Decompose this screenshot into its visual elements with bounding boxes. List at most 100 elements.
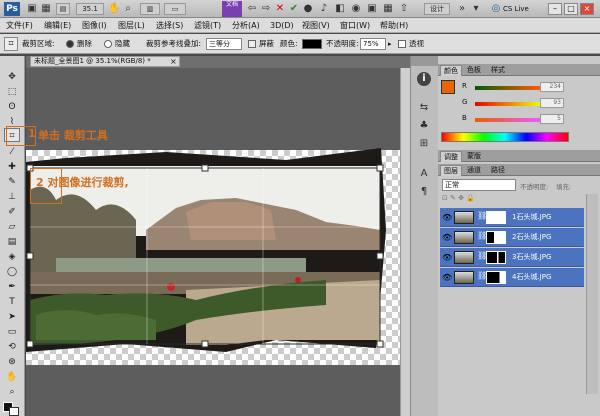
arrow-up-icon[interactable]: ⇧	[398, 3, 410, 15]
menu-window[interactable]: 窗口(W)	[340, 20, 370, 31]
minimize-button[interactable]: –	[548, 3, 562, 15]
layers-scrollbar[interactable]	[586, 194, 598, 394]
workspace-design-button[interactable]: 设计	[424, 3, 450, 15]
healing-tool-icon[interactable]: ✚	[4, 160, 20, 174]
view-extras-button[interactable]: ▤	[56, 3, 70, 15]
eye-icon[interactable]: ◉	[350, 3, 362, 15]
tab-masks[interactable]: 蒙版	[464, 151, 484, 162]
document-tab-close-icon[interactable]: ×	[170, 57, 177, 66]
record-icon[interactable]: ●	[302, 3, 314, 15]
paragraph-icon[interactable]: ¶	[415, 184, 433, 200]
menu-file[interactable]: 文件(F)	[6, 20, 33, 31]
foreground-color-chip[interactable]	[441, 80, 455, 94]
zoom-level-field[interactable]: 35.1	[76, 3, 104, 15]
crop-handle-br[interactable]	[376, 340, 384, 348]
hide-radio[interactable]	[104, 40, 112, 48]
brush-tool-icon[interactable]: ✎	[4, 175, 20, 189]
mode-badge[interactable]: 文档	[222, 1, 242, 17]
crop-handle-r[interactable]	[376, 252, 384, 260]
3d-orbit-tool-icon[interactable]: ⊛	[4, 355, 20, 369]
shield-color-swatch[interactable]	[302, 39, 322, 49]
perspective-checkbox[interactable]	[398, 40, 406, 48]
screen-mode-button[interactable]: ▭	[164, 3, 186, 15]
back-arrow-icon[interactable]: ⇦	[246, 3, 258, 15]
sound-icon[interactable]: ♪	[318, 3, 330, 15]
gradient-tool-icon[interactable]: ▤	[4, 235, 20, 249]
crop-handle-l[interactable]	[26, 252, 34, 260]
blend-mode-select[interactable]: 正常	[442, 179, 516, 191]
layer-visibility-eye-icon[interactable]: 👁	[442, 248, 452, 267]
shield-checkbox[interactable]	[248, 40, 256, 48]
close-red-icon[interactable]: ✕	[274, 3, 286, 15]
grid-icon[interactable]: ▦	[382, 3, 394, 15]
slider-b[interactable]	[475, 118, 540, 122]
vertical-scrollbar[interactable]	[400, 68, 410, 416]
forward-arrow-icon[interactable]: ⇨	[260, 3, 272, 15]
opacity-dropdown-icon[interactable]: ▸	[388, 40, 392, 48]
crop-preset-icon[interactable]: ⌗	[4, 37, 18, 51]
workspace-dropdown-icon[interactable]: ▾	[470, 3, 482, 15]
slider-r[interactable]	[475, 86, 540, 90]
check-green-icon[interactable]: ✔	[288, 3, 300, 15]
move-tool-icon[interactable]: ✥	[4, 70, 20, 84]
slider-g-value[interactable]: 93	[540, 98, 564, 108]
arrange-documents-button[interactable]: ▥	[140, 3, 160, 15]
slider-b-value[interactable]: 5	[540, 114, 564, 124]
layer-visibility-eye-icon[interactable]: 👁	[442, 228, 452, 247]
swatch-icon[interactable]: ◧	[334, 3, 346, 15]
close-window-button[interactable]: ×	[580, 3, 594, 15]
history-icon[interactable]: ⇆	[415, 100, 433, 116]
menu-view[interactable]: 视图(V)	[302, 20, 330, 31]
actions-icon[interactable]: ♣	[415, 118, 433, 134]
cs-live-label[interactable]: CS Live	[503, 4, 529, 14]
3d-rotate-tool-icon[interactable]: ⟲	[4, 340, 20, 354]
zoom-tool-icon[interactable]: ⌕	[4, 385, 20, 399]
stamp-tool-icon[interactable]: ⊥	[4, 190, 20, 204]
layer-name[interactable]: 2石头城.JPG	[512, 228, 551, 247]
marquee-tool-icon[interactable]: ⬚	[4, 85, 20, 99]
cs-live-icon[interactable]: ◎	[490, 3, 502, 15]
layer-visibility-eye-icon[interactable]: 👁	[442, 208, 452, 227]
tab-adjustments[interactable]: 调整	[440, 151, 462, 162]
menu-select[interactable]: 选择(S)	[156, 20, 183, 31]
tab-layers[interactable]: 图层	[440, 165, 462, 176]
workspace-menu-icon[interactable]: »	[456, 3, 468, 15]
tab-swatches[interactable]: 色板	[464, 65, 484, 76]
menu-analysis[interactable]: 分析(A)	[232, 20, 260, 31]
slider-r-value[interactable]: 234	[540, 82, 564, 92]
crop-handle-b[interactable]	[201, 340, 209, 348]
menu-edit[interactable]: 编辑(E)	[44, 20, 71, 31]
brush-preset-icon[interactable]: ⊞	[415, 136, 433, 152]
delete-radio[interactable]	[66, 40, 74, 48]
menu-filter[interactable]: 滤镜(T)	[194, 20, 221, 31]
overlay-select[interactable]: 三等分	[206, 38, 242, 50]
zoom-icon[interactable]: ⌕	[122, 3, 134, 15]
tab-styles[interactable]: 样式	[488, 65, 508, 76]
type-tool-icon[interactable]: T	[4, 295, 20, 309]
tab-paths[interactable]: 路径	[488, 165, 508, 176]
menu-3d[interactable]: 3D(D)	[270, 20, 294, 31]
tab-color[interactable]: 颜色	[440, 65, 462, 76]
lasso-tool-icon[interactable]: ʘ	[4, 100, 20, 114]
eraser-tool-icon[interactable]: ▱	[4, 220, 20, 234]
info-icon[interactable]: i	[417, 72, 431, 86]
crop-handle-tr[interactable]	[376, 164, 384, 172]
hand-icon[interactable]: ✋	[108, 3, 120, 15]
minibridge-icon[interactable]: ▦	[40, 3, 52, 15]
opacity-field[interactable]: 75%	[360, 38, 386, 50]
pen-tool-icon[interactable]: ✒	[4, 280, 20, 294]
bridge-icon[interactable]: ▣	[26, 3, 38, 15]
menu-layer[interactable]: 图层(L)	[118, 20, 145, 31]
maximize-button[interactable]: □	[564, 3, 578, 15]
layer-name[interactable]: 4石头城.JPG	[512, 268, 551, 287]
background-color-swatch[interactable]	[9, 407, 19, 416]
layer-visibility-eye-icon[interactable]: 👁	[442, 268, 452, 287]
menu-image[interactable]: 图像(I)	[82, 20, 107, 31]
color-ramp[interactable]	[441, 132, 569, 142]
menu-help[interactable]: 帮助(H)	[380, 20, 408, 31]
crop-handle-bl[interactable]	[26, 340, 34, 348]
history-brush-tool-icon[interactable]: ✐	[4, 205, 20, 219]
character-icon[interactable]: A	[415, 166, 433, 182]
layer-name[interactable]: 1石头城.JPG	[512, 208, 551, 227]
slider-g[interactable]	[475, 102, 540, 106]
